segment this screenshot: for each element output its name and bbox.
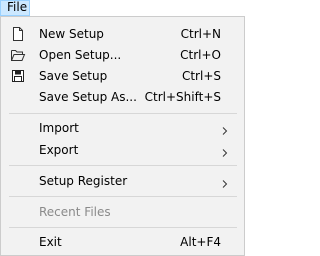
file-menu-button[interactable]: File (0, 0, 30, 16)
menu-item-new-setup[interactable]: New Setup Ctrl+N (3, 23, 242, 45)
chevron-right-icon (222, 124, 228, 135)
menu-item-label: Export (39, 143, 79, 157)
menu-item-export[interactable]: Export (3, 139, 242, 161)
menu-item-label: Recent Files (39, 205, 111, 219)
menu-item-import[interactable]: Import (3, 117, 242, 139)
menu-item-label: Exit (39, 235, 62, 249)
menu-item-recent-files: Recent Files (3, 201, 242, 223)
menu-item-save-setup-as[interactable]: Save Setup As... Ctrl+Shift+S (3, 86, 242, 108)
menu-separator (9, 113, 237, 114)
menu-bar: File (0, 0, 245, 16)
menu-item-open-setup[interactable]: Open Setup... Ctrl+O (3, 44, 242, 66)
menu-item-exit[interactable]: Exit Alt+F4 (3, 231, 242, 253)
menu-separator (9, 196, 237, 197)
menu-item-shortcut: Ctrl+Shift+S (144, 90, 221, 104)
menu-item-shortcut: Ctrl+N (180, 27, 221, 41)
new-document-icon (10, 26, 26, 42)
chevron-right-icon (222, 177, 228, 188)
menu-item-label: Setup Register (39, 174, 128, 188)
floppy-disk-icon (10, 68, 26, 84)
menu-item-shortcut: Ctrl+S (181, 69, 221, 83)
file-menu-dropdown: New Setup Ctrl+N Open Setup... Ctrl+O Sa… (0, 16, 245, 256)
menu-item-label: Open Setup... (39, 48, 122, 62)
menu-item-shortcut: Alt+F4 (180, 235, 221, 249)
menu-separator (9, 227, 237, 228)
menu-item-label: Save Setup As... (39, 90, 137, 104)
menu-item-shortcut: Ctrl+O (180, 48, 221, 62)
menu-item-save-setup[interactable]: Save Setup Ctrl+S (3, 65, 242, 87)
menu-separator (9, 165, 237, 166)
menu-item-label: Save Setup (39, 69, 108, 83)
open-folder-icon (10, 47, 26, 63)
menu-item-label: New Setup (39, 27, 104, 41)
menu-item-label: Import (39, 121, 79, 135)
chevron-right-icon (222, 146, 228, 157)
menu-item-setup-register[interactable]: Setup Register (3, 170, 242, 192)
